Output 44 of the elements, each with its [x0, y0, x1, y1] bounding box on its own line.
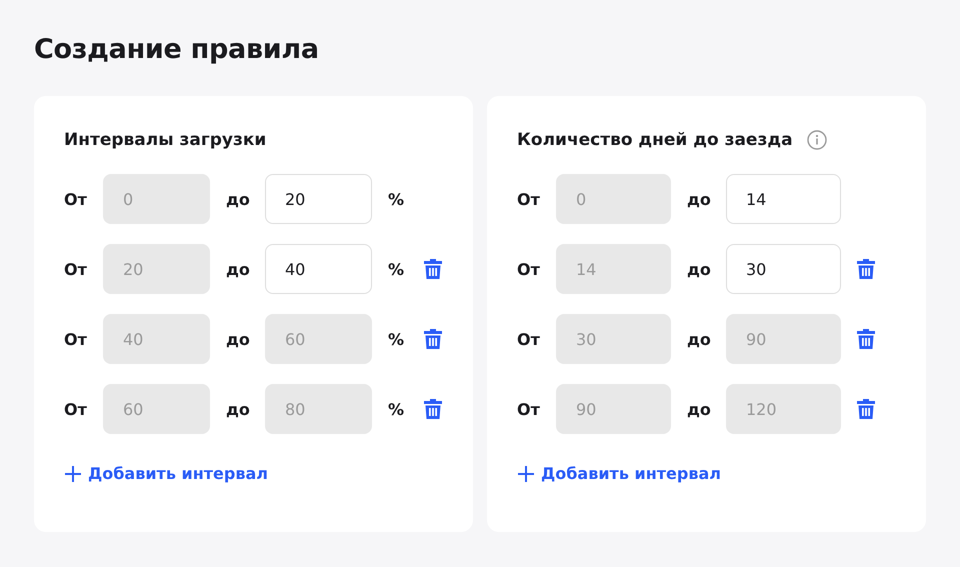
- to-label: до: [687, 330, 712, 348]
- delete-icon: [857, 399, 875, 419]
- add-interval-button[interactable]: Добавить интервал: [517, 464, 721, 483]
- from-label: От: [64, 400, 88, 418]
- plus-icon: [64, 464, 82, 482]
- unit-label: %: [388, 190, 406, 208]
- from-label: От: [517, 260, 541, 278]
- to-label: до: [226, 330, 251, 348]
- delete-icon: [424, 329, 442, 349]
- from-label: От: [517, 330, 541, 348]
- to-field[interactable]: 30: [726, 244, 841, 294]
- from-label: От: [517, 400, 541, 418]
- to-label: до: [687, 400, 712, 418]
- unit-label: %: [388, 400, 406, 418]
- to-field[interactable]: 14: [726, 174, 841, 224]
- page-title: Создание правила: [34, 33, 320, 67]
- to-field[interactable]: 20: [265, 174, 372, 224]
- from-label: От: [64, 190, 88, 208]
- delete-button[interactable]: [857, 399, 875, 419]
- delete-icon: [424, 259, 442, 279]
- to-field[interactable]: 40: [265, 244, 372, 294]
- unit-label: %: [388, 330, 406, 348]
- from-label: От: [517, 190, 541, 208]
- delete-button[interactable]: [424, 399, 442, 419]
- to-label: до: [226, 400, 251, 418]
- to-label: до: [687, 260, 712, 278]
- delete-icon: [424, 399, 442, 419]
- card-heading: Интервалы загрузки: [64, 129, 266, 152]
- to-label: до: [226, 190, 251, 208]
- add-interval-button[interactable]: Добавить интервал: [64, 464, 268, 483]
- to-label: до: [687, 190, 712, 208]
- info-icon[interactable]: [806, 130, 827, 150]
- card-heading: Количество дней до заезда: [517, 129, 793, 152]
- from-label: От: [64, 330, 88, 348]
- unit-label: %: [388, 260, 406, 278]
- from-label: От: [64, 260, 88, 278]
- delete-button[interactable]: [424, 329, 442, 349]
- delete-button[interactable]: [857, 259, 875, 279]
- delete-button[interactable]: [857, 329, 875, 349]
- to-label: до: [226, 260, 251, 278]
- delete-icon: [857, 259, 875, 279]
- delete-button[interactable]: [424, 259, 442, 279]
- plus-icon: [517, 464, 535, 482]
- delete-icon: [857, 329, 875, 349]
